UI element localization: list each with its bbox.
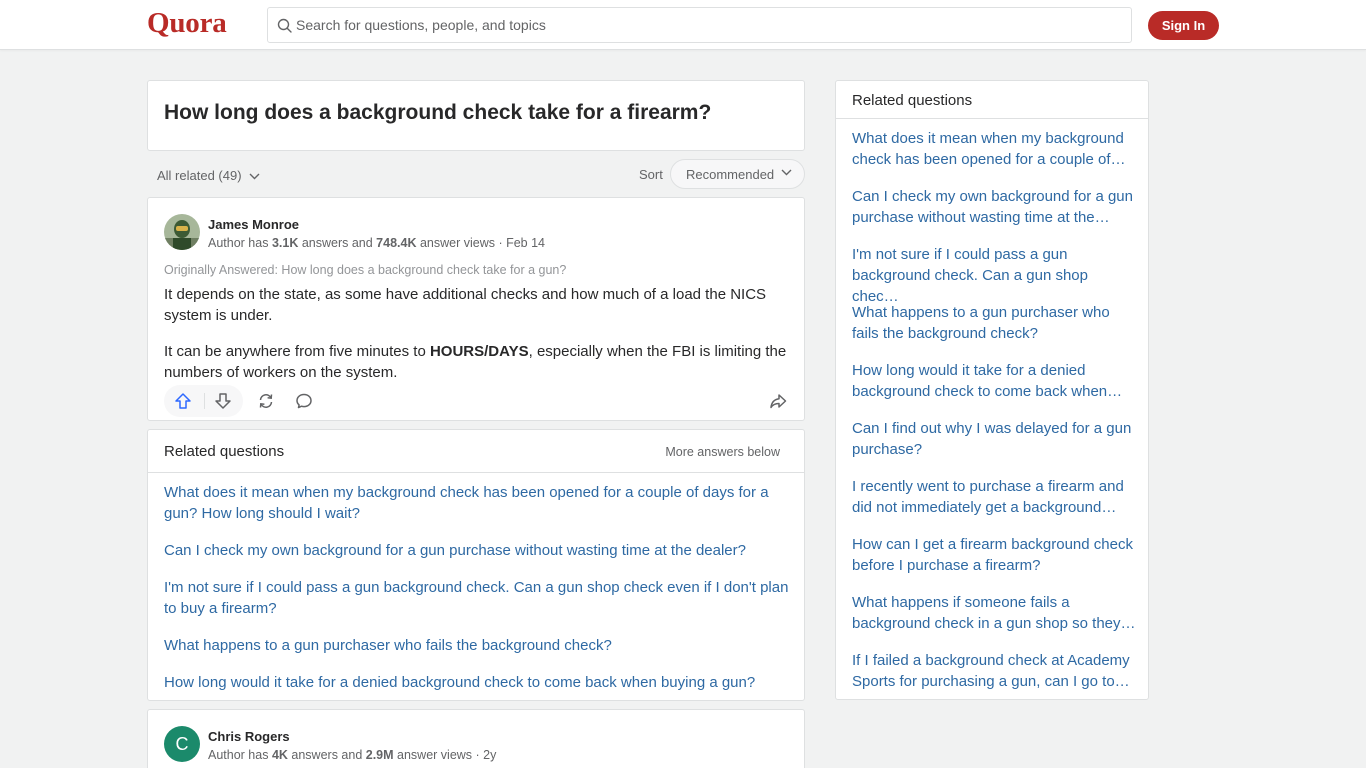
- question-title: How long does a background check take fo…: [164, 101, 712, 124]
- share-button[interactable]: [761, 385, 795, 417]
- sidebar-question-link[interactable]: What does it mean when my background che…: [852, 128, 1136, 170]
- vote-pill: [164, 385, 243, 417]
- answer-card: C Chris Rogers Author has 4K answers and…: [147, 709, 805, 768]
- downvote-arrow-icon: [215, 393, 231, 409]
- quora-logo[interactable]: Quora: [147, 7, 227, 40]
- sidebar-question-link[interactable]: How can I get a firearm background check…: [852, 534, 1136, 576]
- all-related-dropdown[interactable]: All related (49): [157, 168, 260, 183]
- author-credentials: Author has 4K answers and 2.9M answer vi…: [208, 748, 496, 762]
- sidebar-question-link[interactable]: How long would it take for a denied back…: [852, 360, 1136, 402]
- answer-text: It can be anywhere from five minutes to: [164, 343, 430, 360]
- sidebar-related-questions: Related questions What does it mean when…: [835, 80, 1149, 700]
- answer-paragraph: It depends on the state, as some have ad…: [164, 286, 767, 324]
- related-questions-title: Related questions: [164, 443, 285, 460]
- upvote-arrow-icon: [175, 393, 191, 409]
- meta-text: answers and: [287, 748, 366, 762]
- question-card: How long does a background check take fo…: [147, 80, 805, 151]
- sidebar-question-link[interactable]: I recently went to purchase a firearm an…: [852, 476, 1136, 518]
- sidebar-question-link[interactable]: I'm not sure if I could pass a gun backg…: [852, 244, 1136, 307]
- avatar[interactable]: [164, 214, 200, 250]
- meta-text: Author has: [208, 236, 272, 250]
- meta-text: answers and: [298, 236, 377, 250]
- sidebar-question-link[interactable]: What happens if someone fails a backgrou…: [852, 592, 1136, 634]
- answer-filter-row: All related (49) Sort Recommended: [147, 159, 805, 191]
- search-input[interactable]: [296, 8, 1116, 42]
- author-credentials: Author has 3.1K answers and 748.4K answe…: [208, 236, 545, 250]
- share-repost-button[interactable]: [249, 385, 283, 417]
- share-arrow-icon: [770, 394, 787, 409]
- upvote-button[interactable]: [166, 385, 200, 417]
- downvote-button[interactable]: [206, 385, 240, 417]
- profile-photo: [164, 214, 200, 250]
- sidebar-question-link[interactable]: Can I find out why I was delayed for a g…: [852, 418, 1136, 460]
- chevron-down-icon: [781, 169, 792, 176]
- search-icon: [277, 18, 292, 33]
- sign-in-button[interactable]: Sign In: [1148, 11, 1219, 40]
- author-name[interactable]: Chris Rogers: [208, 729, 290, 744]
- comment-icon: [296, 393, 312, 409]
- comment-button[interactable]: [287, 385, 321, 417]
- answer-paragraph: It can be anywhere from five minutes to …: [164, 341, 794, 383]
- all-related-label: All related (49): [157, 168, 242, 183]
- sidebar-title: Related questions: [852, 92, 973, 109]
- related-question-link[interactable]: What happens to a gun purchaser who fail…: [164, 635, 790, 656]
- chevron-down-icon: [249, 173, 260, 180]
- answer-bold-text: HOURS/DAYS: [429, 343, 529, 360]
- originally-answered[interactable]: Originally Answered: How long does a bac…: [164, 263, 566, 277]
- sidebar-question-link[interactable]: What happens to a gun purchaser who fail…: [852, 302, 1136, 344]
- sort-value: Recommended: [686, 166, 775, 182]
- sidebar-header: Related questions: [836, 81, 1148, 119]
- related-question-link[interactable]: How long would it take for a denied back…: [164, 672, 790, 693]
- sidebar-question-link[interactable]: Can I check my own background for a gun …: [852, 186, 1136, 228]
- avatar[interactable]: C: [164, 726, 200, 762]
- answer-action-bar: [164, 385, 794, 417]
- meta-text: answer views · 2y: [393, 748, 497, 762]
- answer-card: James Monroe Author has 3.1K answers and…: [147, 197, 805, 421]
- top-navigation-bar: Quora Sign In: [0, 0, 1366, 50]
- author-name[interactable]: James Monroe: [208, 217, 299, 232]
- repost-icon: [259, 394, 273, 408]
- related-questions-header: Related questions More answers below: [148, 430, 804, 473]
- views-count: 2.9M: [365, 748, 394, 762]
- related-question-link[interactable]: I'm not sure if I could pass a gun backg…: [164, 577, 790, 619]
- more-answers-below: More answers below: [665, 445, 780, 459]
- related-question-link[interactable]: What does it mean when my background che…: [164, 482, 790, 524]
- sort-dropdown[interactable]: Recommended: [670, 159, 805, 189]
- vote-divider: [204, 393, 205, 409]
- sidebar-question-link[interactable]: If I failed a background check at Academ…: [852, 650, 1136, 692]
- answers-count: 3.1K: [271, 236, 299, 250]
- meta-text: answer views · Feb 14: [416, 236, 546, 250]
- views-count: 748.4K: [376, 236, 417, 250]
- related-question-link[interactable]: Can I check my own background for a gun …: [164, 540, 790, 561]
- meta-text: Author has: [208, 748, 272, 762]
- related-questions-card: Related questions More answers below Wha…: [147, 429, 805, 701]
- search-box[interactable]: [267, 7, 1132, 43]
- sort-label: Sort: [639, 167, 663, 182]
- answers-count: 4K: [271, 748, 288, 762]
